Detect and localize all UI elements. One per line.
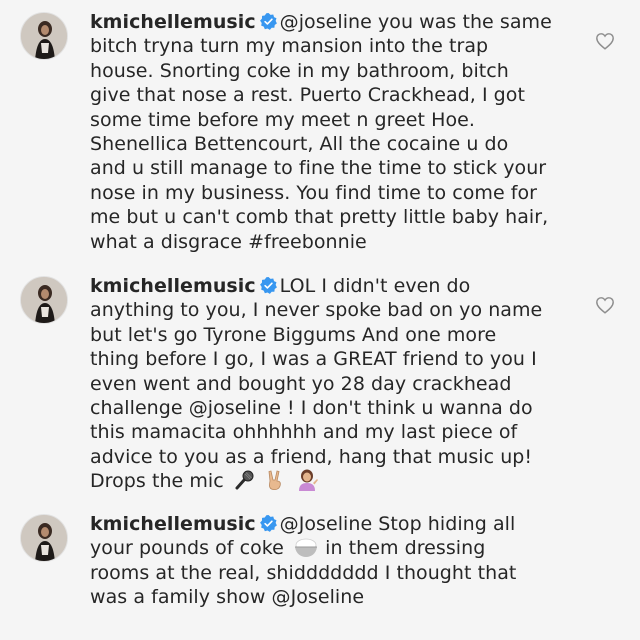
comment-line: @Joseline Stop hiding all <box>279 513 516 535</box>
verified-badge-icon <box>259 13 277 30</box>
woman-tipping-hand-emoji <box>299 469 319 492</box>
username[interactable]: kmichellemusic <box>90 11 256 33</box>
comment-line: bitch tryna turn my mansion into the tra… <box>90 35 489 58</box>
avatar[interactable] <box>20 12 68 60</box>
verified-badge-icon <box>259 277 277 294</box>
comment-text: kmichellemusic LOL I didn't even do anyth… <box>90 274 590 494</box>
comment-line: house. Snorting coke in my bathroom, bit… <box>90 59 509 82</box>
heart-outline-icon[interactable] <box>595 296 615 314</box>
heart-outline-icon[interactable] <box>595 32 615 50</box>
comment-line: thing before I go, I was a GREAT friend … <box>90 348 537 371</box>
comment-line: Drops the mic <box>90 470 224 493</box>
comment-line: advice to you as a friend, hang that mus… <box>90 445 533 468</box>
comment-line: this mamacita ohhhhhh and my last piece … <box>90 421 518 444</box>
comment-text: kmichellemusic @joseline you was the same… <box>90 10 590 254</box>
comment-text: kmichellemusic @Joseline Stop hiding all … <box>90 512 590 610</box>
comment-line: your pounds of coke <box>90 537 284 560</box>
comment-line: Shenellica Bettencourt, All the cocaine … <box>90 133 509 156</box>
avatar[interactable] <box>20 514 68 562</box>
comment-line: but let's go Tyrone Biggums And one more <box>90 323 497 346</box>
comment-line: was a family show @Joseline <box>90 586 365 609</box>
comment-line: challenge @joseline ! I don't think u wa… <box>90 397 533 420</box>
comment-line: nose in my business. You find time to co… <box>90 181 538 204</box>
comment-line: what a disgrace #freebonnie <box>90 230 367 253</box>
username[interactable]: kmichellemusic <box>90 275 256 297</box>
microphone-emoji <box>235 470 254 490</box>
comment-line: me but u can't comb that pretty little b… <box>90 206 549 229</box>
comment-line: in them dressing <box>325 537 486 560</box>
rice-bowl-emoji <box>295 539 318 558</box>
comment-line: even went and bought yo 28 day crackhead <box>90 372 512 395</box>
avatar[interactable] <box>20 276 68 324</box>
comment-line: rooms at the real, shiddddddd I thought … <box>90 561 517 584</box>
username[interactable]: kmichellemusic <box>90 513 256 535</box>
comment-line: give that nose a rest. Puerto Crackhead,… <box>90 84 525 107</box>
comment-line: anything to you, I never spoke bad on yo… <box>90 299 543 322</box>
comment-line: LOL I didn't even do <box>279 275 471 297</box>
comment-line: and u still manage to fine the time to s… <box>90 157 547 180</box>
comments-feed: kmichellemusic @joseline you was the same… <box>0 0 640 640</box>
verified-badge-icon <box>259 515 277 532</box>
comment-line: some time before my meet n greet Hoe. <box>90 108 475 131</box>
comment-line: @joseline you was the same <box>279 11 552 33</box>
victory-hand-emoji <box>268 470 281 491</box>
